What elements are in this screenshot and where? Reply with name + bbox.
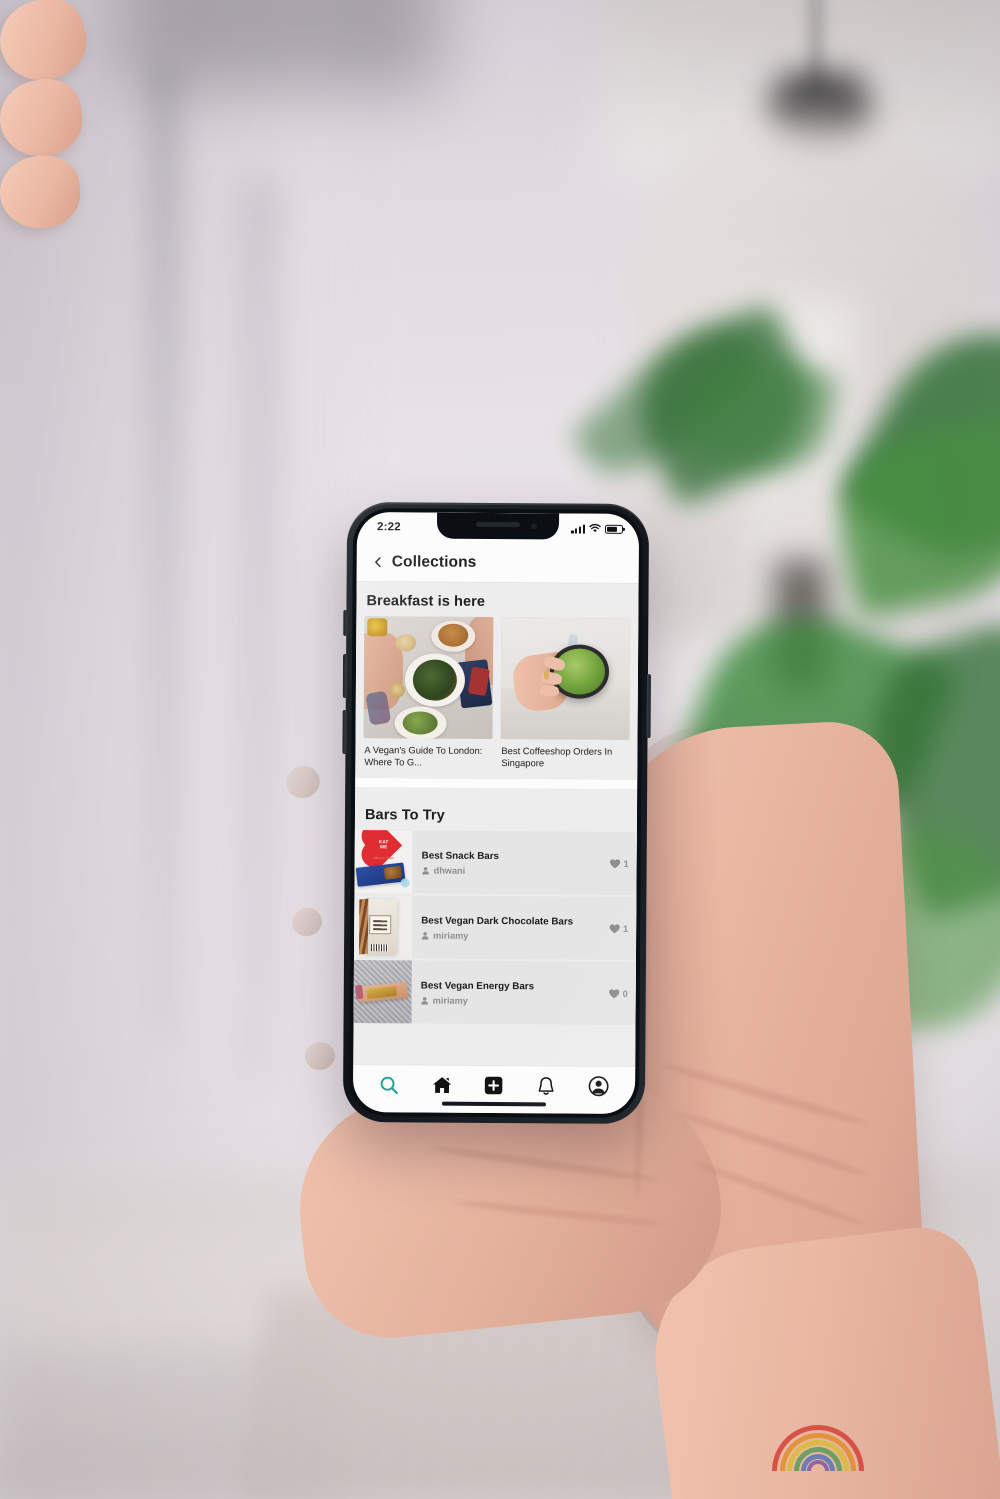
home-indicator[interactable] bbox=[441, 1102, 546, 1107]
like-count: 1 bbox=[623, 858, 629, 869]
tab-notifications[interactable] bbox=[528, 1069, 564, 1103]
like-count: 1 bbox=[623, 923, 629, 934]
photo-cup bbox=[395, 634, 416, 652]
front-camera bbox=[530, 523, 538, 530]
user-icon bbox=[422, 866, 429, 875]
collection-card[interactable]: Best Coffeeshop Orders In Singapore bbox=[500, 617, 631, 770]
volume-up-button[interactable] bbox=[342, 653, 348, 698]
section-title-bars: Bars To Try bbox=[364, 807, 445, 824]
photo-ring bbox=[543, 671, 549, 680]
section-title-breakfast: Breakfast is here bbox=[366, 593, 486, 610]
vegan-brunch-flatlay-photo[interactable] bbox=[363, 616, 494, 739]
card-caption: Best Coffeeshop Orders In Singapore bbox=[501, 745, 613, 769]
card-caption: A Vegan's Guide To London: Where To G... bbox=[364, 744, 483, 768]
list-item-body: Best Vegan Dark Chocolate Bars miriamy 1 bbox=[411, 895, 637, 960]
eat-me-heart-snack-bar-photo[interactable]: EAT ME SNACK BAR bbox=[354, 830, 413, 894]
photo-food bbox=[366, 618, 388, 636]
photo-food bbox=[402, 711, 438, 735]
user-icon bbox=[421, 931, 429, 940]
mute-switch[interactable] bbox=[343, 609, 348, 636]
add-plus-icon[interactable] bbox=[485, 1076, 504, 1095]
status-indicators bbox=[571, 523, 624, 534]
chocolate-package bbox=[363, 898, 398, 955]
status-bar: 2:22 bbox=[356, 512, 640, 544]
list-item-user: miriamy bbox=[421, 930, 628, 941]
list-item-body: Best Snack Bars dhwani 1 bbox=[412, 830, 637, 895]
tab-add[interactable] bbox=[476, 1068, 512, 1102]
list-item-username: miriamy bbox=[432, 995, 468, 1006]
photo-food bbox=[412, 659, 457, 701]
photo-finger bbox=[539, 685, 560, 698]
list-item-body: Best Vegan Energy Bars miriamy 0 bbox=[411, 960, 636, 1025]
list-item-title: Best Vegan Energy Bars bbox=[420, 979, 535, 992]
list-item[interactable]: Best Vegan Dark Chocolate Bars miriamy 1 bbox=[353, 895, 637, 960]
phone-screen: 2:22 Collections Breakfast is here A Veg… bbox=[352, 512, 640, 1114]
notch bbox=[436, 512, 560, 540]
tab-search[interactable] bbox=[371, 1068, 407, 1102]
bell-icon[interactable] bbox=[537, 1076, 555, 1096]
tab-profile[interactable] bbox=[581, 1069, 617, 1103]
fingertip bbox=[0, 153, 83, 231]
list-item-username: dhwani bbox=[433, 865, 466, 876]
dark-chocolate-bar-package-photo[interactable] bbox=[353, 895, 413, 959]
fingernail bbox=[280, 760, 326, 804]
fingernail bbox=[288, 904, 326, 940]
volume-down-button[interactable] bbox=[342, 709, 347, 754]
photo-subtext: SNACK BAR bbox=[373, 855, 394, 861]
phone-bezel: 2:22 Collections Breakfast is here A Veg… bbox=[348, 507, 644, 1119]
nav-bar: Collections bbox=[356, 542, 639, 584]
fingernail bbox=[302, 1039, 338, 1073]
like-counter[interactable]: 1 bbox=[609, 858, 629, 869]
signal-bars-icon bbox=[571, 524, 586, 534]
energy-bar-photo[interactable] bbox=[353, 960, 412, 1024]
barcode bbox=[371, 944, 389, 952]
snack-bar-wrapper bbox=[355, 862, 406, 888]
eat-me-text: EAT ME bbox=[379, 839, 389, 850]
list-item-username: miriamy bbox=[433, 930, 469, 941]
photo-cup bbox=[389, 683, 406, 697]
earpiece-speaker bbox=[475, 521, 521, 528]
section-breakfast: Breakfast is here A Vegan's Guide To Lon… bbox=[355, 582, 639, 780]
bottom-tab-bar bbox=[352, 1064, 636, 1114]
heart-icon bbox=[609, 858, 621, 868]
tab-home[interactable] bbox=[424, 1068, 460, 1102]
like-count: 0 bbox=[622, 988, 628, 999]
back-chevron-icon[interactable] bbox=[373, 556, 383, 567]
fingertip bbox=[0, 0, 95, 90]
card-grid: A Vegan's Guide To London: Where To G... bbox=[355, 616, 638, 780]
like-counter[interactable]: 0 bbox=[609, 988, 628, 998]
heart-icon bbox=[609, 923, 620, 933]
status-time: 2:22 bbox=[376, 521, 401, 534]
list-item-user: miriamy bbox=[421, 995, 628, 1006]
package-label bbox=[369, 915, 392, 935]
page-title: Collections bbox=[391, 552, 477, 571]
wifi-icon bbox=[589, 523, 601, 533]
heart-icon bbox=[609, 988, 620, 998]
section-bars: Bars To Try EAT ME SNACK BAR Best Snack … bbox=[353, 796, 638, 1025]
photo-smoothie bbox=[553, 647, 606, 695]
search-icon[interactable] bbox=[379, 1075, 399, 1095]
battery-icon bbox=[604, 524, 624, 534]
list-item[interactable]: Best Vegan Energy Bars miriamy 0 bbox=[353, 960, 636, 1025]
photo-dot bbox=[400, 878, 410, 888]
power-button[interactable] bbox=[646, 674, 651, 739]
like-counter[interactable]: 1 bbox=[609, 923, 628, 933]
section-divider bbox=[355, 778, 638, 789]
home-icon[interactable] bbox=[432, 1076, 452, 1095]
rainbow-tattoo-icon bbox=[770, 1415, 866, 1471]
list-item-title: Best Vegan Dark Chocolate Bars bbox=[421, 914, 574, 928]
user-icon bbox=[421, 996, 429, 1005]
collections-content[interactable]: Breakfast is here A Vegan's Guide To Lon… bbox=[353, 582, 639, 1066]
phone-device: 2:22 Collections Breakfast is here A Veg… bbox=[342, 501, 651, 1125]
collection-card[interactable]: A Vegan's Guide To London: Where To G... bbox=[363, 616, 494, 769]
fingertip bbox=[0, 74, 87, 162]
list-item-title: Best Snack Bars bbox=[421, 849, 500, 862]
list-item-user: dhwani bbox=[422, 865, 629, 876]
energy-bar bbox=[357, 981, 408, 1003]
green-smoothie-in-hand-photo[interactable] bbox=[500, 617, 631, 740]
profile-avatar-icon[interactable] bbox=[588, 1076, 609, 1097]
list-item[interactable]: EAT ME SNACK BAR Best Snack Bars dhwani … bbox=[354, 830, 637, 895]
